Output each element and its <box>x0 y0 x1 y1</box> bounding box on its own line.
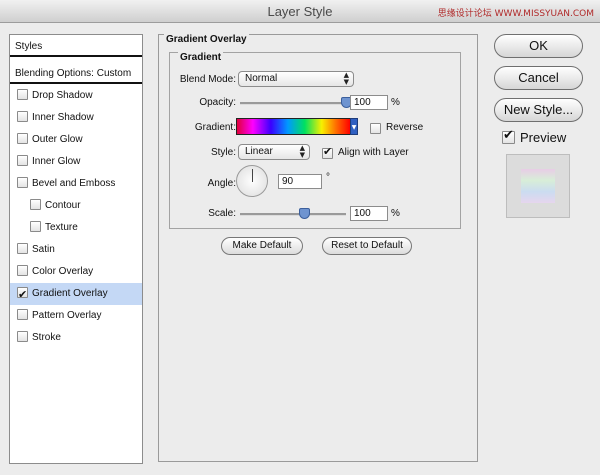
color-overlay-checkbox[interactable] <box>17 264 28 276</box>
contour-checkbox[interactable] <box>30 198 41 210</box>
style-item-label: Gradient Overlay <box>32 288 108 299</box>
opacity-label: Opacity: <box>199 97 236 108</box>
style-value: Linear <box>245 146 273 157</box>
style-item-color-overlay[interactable]: Color Overlay <box>10 261 142 283</box>
style-item-label: Contour <box>45 200 81 211</box>
section-title: Gradient Overlay <box>164 34 249 45</box>
outer-glow-checkbox[interactable] <box>17 132 28 144</box>
scale-input[interactable]: 100 <box>350 206 388 221</box>
style-item-texture[interactable]: Texture <box>10 217 142 239</box>
opacity-input[interactable]: 100 <box>350 95 388 110</box>
align-with-layer-checkbox[interactable] <box>322 145 333 159</box>
gradient-label: Gradient: <box>194 122 236 133</box>
new-style-button[interactable]: New Style... <box>494 98 583 122</box>
opacity-slider-track[interactable] <box>240 102 346 105</box>
inner-shadow-checkbox[interactable] <box>17 110 28 122</box>
inner-glow-checkbox[interactable] <box>17 154 28 166</box>
drop-shadow-checkbox[interactable] <box>17 88 28 100</box>
angle-needle <box>252 169 253 182</box>
gradient-dropdown-icon[interactable]: ▼ <box>350 118 358 135</box>
style-item-stroke[interactable]: Stroke <box>10 327 142 349</box>
style-item-label: Inner Glow <box>32 156 81 167</box>
satin-checkbox[interactable] <box>17 242 28 254</box>
reverse-checkbox[interactable] <box>370 123 381 134</box>
blend-mode-select[interactable]: Normal ▲ ▼ <box>238 71 354 87</box>
preview-checkbox[interactable] <box>502 128 515 145</box>
style-item-satin[interactable]: Satin <box>10 239 142 261</box>
style-item-label: Bevel and Emboss <box>32 178 116 189</box>
style-item-drop-shadow[interactable]: Drop Shadow <box>10 85 142 107</box>
style-item-label: Inner Shadow <box>32 112 94 123</box>
style-item-label: Satin <box>32 244 55 255</box>
style-item-label: Color Overlay <box>32 266 94 277</box>
cancel-button[interactable]: Cancel <box>494 66 583 90</box>
scale-slider-knob[interactable] <box>298 208 310 219</box>
title-bar: Layer Style 思缘设计论坛 WWW.MISSYUAN.COM <box>0 0 600 23</box>
style-item-inner-glow[interactable]: Inner Glow <box>10 151 142 173</box>
watermark: 思缘设计论坛 WWW.MISSYUAN.COM <box>437 9 594 19</box>
make-default-button[interactable]: Make Default <box>221 237 303 255</box>
angle-dial[interactable] <box>236 165 268 197</box>
updown-arrows-icon: ▲ ▼ <box>343 71 349 86</box>
gradient-overlay-checkbox[interactable] <box>17 284 28 306</box>
style-item-bevel-emboss[interactable]: Bevel and Emboss <box>10 173 142 195</box>
blending-options-item[interactable]: Blending Options: Custom <box>10 64 142 84</box>
style-select[interactable]: Linear ▲ ▼ <box>238 144 310 160</box>
style-label: Style: <box>210 147 236 158</box>
preview-toggle[interactable]: Preview <box>502 128 567 145</box>
scale-unit: % <box>391 208 400 219</box>
style-item-label: Drop Shadow <box>32 90 93 101</box>
styles-header[interactable]: Styles <box>10 37 142 57</box>
ok-button[interactable]: OK <box>494 34 583 58</box>
pattern-overlay-checkbox[interactable] <box>17 308 28 320</box>
reverse-label: Reverse <box>386 122 424 133</box>
texture-checkbox[interactable] <box>30 220 41 232</box>
angle-input[interactable]: 90 <box>278 174 322 189</box>
style-item-label: Stroke <box>32 332 61 343</box>
reset-to-default-button[interactable]: Reset to Default <box>322 237 412 255</box>
updown-arrows-icon: ▲ ▼ <box>299 144 305 159</box>
style-item-contour[interactable]: Contour <box>10 195 142 217</box>
style-item-label: Texture <box>45 222 78 233</box>
styles-panel: Styles Blending Options: Custom Drop Sha… <box>9 34 143 464</box>
opacity-unit: % <box>391 97 400 108</box>
scale-slider-track[interactable] <box>240 213 346 216</box>
preview-thumbnail <box>506 154 570 218</box>
angle-label: Angle: <box>207 178 236 189</box>
group-title: Gradient <box>178 52 224 63</box>
angle-unit: ° <box>326 172 330 183</box>
align-with-layer-label: Align with Layer <box>338 147 409 158</box>
gradient-group: Gradient Blend Mode: Normal ▲ ▼ Opacity: … <box>169 52 461 229</box>
bevel-emboss-checkbox[interactable] <box>17 176 28 188</box>
gradient-overlay-panel: Gradient Overlay Gradient Blend Mode: No… <box>158 34 478 462</box>
style-item-gradient-overlay[interactable]: Gradient Overlay <box>10 283 142 306</box>
preview-label: Preview <box>520 130 567 145</box>
stroke-checkbox[interactable] <box>17 330 28 342</box>
blend-mode-value: Normal <box>245 73 278 84</box>
style-item-outer-glow[interactable]: Outer Glow <box>10 129 142 151</box>
style-item-pattern-overlay[interactable]: Pattern Overlay <box>10 305 142 327</box>
style-item-label: Pattern Overlay <box>32 310 102 321</box>
scale-label: Scale: <box>208 208 236 219</box>
preview-swatch <box>521 169 555 203</box>
style-item-inner-shadow[interactable]: Inner Shadow <box>10 107 142 129</box>
style-item-label: Outer Glow <box>32 134 83 145</box>
gradient-picker[interactable] <box>236 118 351 135</box>
blend-mode-label: Blend Mode: <box>179 74 236 85</box>
